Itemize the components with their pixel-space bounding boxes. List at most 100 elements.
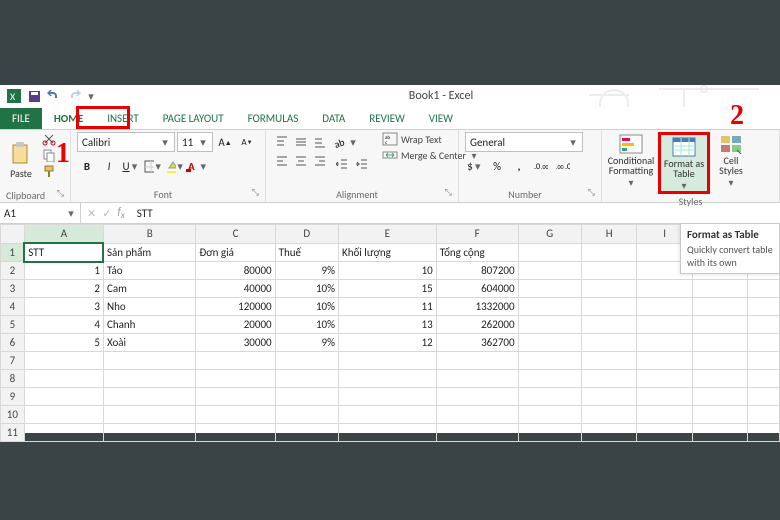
- cell-J11[interactable]: [692, 424, 747, 442]
- italic-button[interactable]: I: [99, 156, 119, 176]
- row-header-6[interactable]: 6: [1, 334, 25, 352]
- cell-A3[interactable]: 2: [24, 280, 103, 298]
- cell-A6[interactable]: 5: [24, 334, 103, 352]
- tab-data[interactable]: DATA: [310, 108, 357, 129]
- copy-icon[interactable]: [40, 148, 58, 162]
- cell-C10[interactable]: [196, 406, 275, 424]
- save-icon[interactable]: [26, 88, 42, 104]
- cell-B10[interactable]: [103, 406, 195, 424]
- format-as-table-button[interactable]: Format as Table▾: [658, 132, 710, 194]
- cell-F2[interactable]: 807200: [436, 262, 518, 280]
- cell-G11[interactable]: [518, 424, 581, 442]
- cell-D1[interactable]: Thuế: [275, 243, 338, 262]
- cell-E11[interactable]: [339, 424, 437, 442]
- cell-A1[interactable]: STT: [24, 243, 103, 262]
- cell-G2[interactable]: [518, 262, 581, 280]
- borders-button[interactable]: ▾: [143, 156, 163, 176]
- cell-F7[interactable]: [436, 352, 518, 370]
- cell-B8[interactable]: [103, 370, 195, 388]
- cell-K3[interactable]: [748, 280, 780, 298]
- cell-D10[interactable]: [275, 406, 338, 424]
- cell-K7[interactable]: [748, 352, 780, 370]
- cell-K9[interactable]: [748, 388, 780, 406]
- qat-customize-icon[interactable]: ▾: [86, 90, 96, 103]
- align-middle-icon[interactable]: [291, 132, 311, 152]
- accounting-format-icon[interactable]: $▾: [465, 156, 485, 176]
- comma-format-icon[interactable]: ,: [509, 156, 529, 176]
- cell-D7[interactable]: [275, 352, 338, 370]
- cell-C1[interactable]: Đơn giá: [196, 243, 275, 262]
- cell-J9[interactable]: [692, 388, 747, 406]
- cell-A4[interactable]: 3: [24, 298, 103, 316]
- cell-I8[interactable]: [637, 370, 692, 388]
- percent-format-icon[interactable]: %: [487, 156, 507, 176]
- cell-B5[interactable]: Chanh: [103, 316, 195, 334]
- cell-A5[interactable]: 4: [24, 316, 103, 334]
- format-painter-icon[interactable]: [40, 164, 58, 178]
- cell-C2[interactable]: 80000: [196, 262, 275, 280]
- tab-review[interactable]: REVIEW: [357, 108, 417, 129]
- align-right-icon[interactable]: [310, 151, 330, 171]
- clipboard-dialog-launcher-icon[interactable]: ⤡: [54, 188, 64, 202]
- cell-J3[interactable]: [692, 280, 747, 298]
- cell-H10[interactable]: [581, 406, 636, 424]
- col-header-G[interactable]: G: [518, 225, 581, 244]
- col-header-A[interactable]: A: [24, 225, 103, 244]
- cell-H1[interactable]: [581, 243, 636, 262]
- cell-J7[interactable]: [692, 352, 747, 370]
- redo-icon[interactable]: [66, 88, 82, 104]
- align-center-icon[interactable]: [291, 151, 311, 171]
- cell-I3[interactable]: [637, 280, 692, 298]
- tab-page-layout[interactable]: PAGE LAYOUT: [151, 108, 236, 129]
- col-header-C[interactable]: C: [196, 225, 275, 244]
- cell-G5[interactable]: [518, 316, 581, 334]
- cell-B4[interactable]: Nho: [103, 298, 195, 316]
- cell-K8[interactable]: [748, 370, 780, 388]
- cell-G3[interactable]: [518, 280, 581, 298]
- select-all-corner[interactable]: [1, 225, 25, 244]
- cell-A9[interactable]: [24, 388, 103, 406]
- cell-D3[interactable]: 10%: [275, 280, 338, 298]
- cell-C3[interactable]: 40000: [196, 280, 275, 298]
- col-header-E[interactable]: E: [339, 225, 437, 244]
- cell-E5[interactable]: 13: [339, 316, 437, 334]
- cell-A7[interactable]: [24, 352, 103, 370]
- cell-C7[interactable]: [196, 352, 275, 370]
- cell-F3[interactable]: 604000: [436, 280, 518, 298]
- cell-J6[interactable]: [692, 334, 747, 352]
- cell-D11[interactable]: [275, 424, 338, 442]
- cell-K4[interactable]: [748, 298, 780, 316]
- cell-F5[interactable]: 262000: [436, 316, 518, 334]
- underline-button[interactable]: U▾: [121, 156, 141, 176]
- cell-K10[interactable]: [748, 406, 780, 424]
- cell-D5[interactable]: 10%: [275, 316, 338, 334]
- decrease-font-icon[interactable]: A▼: [237, 132, 257, 152]
- cell-H5[interactable]: [581, 316, 636, 334]
- col-header-B[interactable]: B: [103, 225, 195, 244]
- undo-icon[interactable]: [46, 88, 62, 104]
- cell-J5[interactable]: [692, 316, 747, 334]
- cell-H8[interactable]: [581, 370, 636, 388]
- col-header-H[interactable]: H: [581, 225, 636, 244]
- cell-E8[interactable]: [339, 370, 437, 388]
- cell-A11[interactable]: [24, 424, 103, 442]
- align-bottom-icon[interactable]: [310, 132, 330, 152]
- cell-C4[interactable]: 120000: [196, 298, 275, 316]
- cell-D8[interactable]: [275, 370, 338, 388]
- row-header-5[interactable]: 5: [1, 316, 25, 334]
- number-dialog-launcher-icon[interactable]: ⤡: [585, 187, 595, 201]
- cell-I6[interactable]: [637, 334, 692, 352]
- cell-F4[interactable]: 1332000: [436, 298, 518, 316]
- row-header-8[interactable]: 8: [1, 370, 25, 388]
- paste-button[interactable]: Paste: [6, 132, 36, 188]
- formula-input[interactable]: STT: [131, 207, 780, 220]
- cell-H9[interactable]: [581, 388, 636, 406]
- cell-D4[interactable]: 10%: [275, 298, 338, 316]
- decrease-indent-icon[interactable]: [332, 154, 352, 174]
- cut-icon[interactable]: [40, 132, 58, 146]
- cell-I10[interactable]: [637, 406, 692, 424]
- font-color-button[interactable]: A▾: [187, 156, 207, 176]
- row-header-3[interactable]: 3: [1, 280, 25, 298]
- row-header-9[interactable]: 9: [1, 388, 25, 406]
- increase-indent-icon[interactable]: [352, 154, 372, 174]
